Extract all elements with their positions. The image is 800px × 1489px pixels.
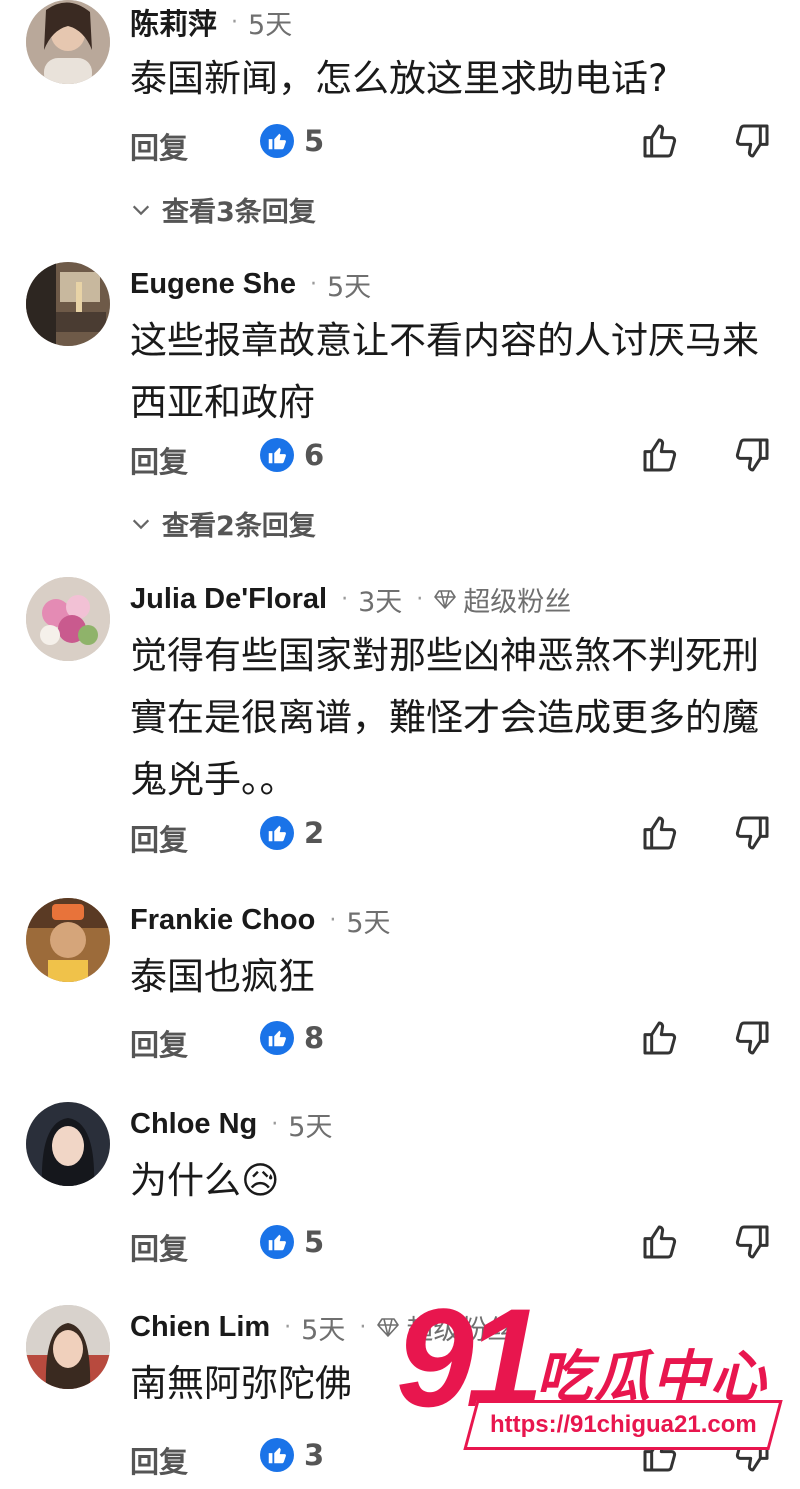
like-count: 6 <box>260 438 324 472</box>
comment-time: 5天 <box>327 271 372 303</box>
like-count: 5 <box>260 124 324 158</box>
like-count: 5 <box>260 1225 324 1259</box>
thumbs-down-icon[interactable] <box>732 1222 772 1262</box>
comment-text: 觉得有些国家對那些凶神恶煞不判死刑實在是很离谱，難怪才会造成更多的魔鬼兇手。。 <box>130 634 759 801</box>
like-badge-icon <box>260 438 294 472</box>
comment-header: Chloe Ng · 5天 <box>130 1104 332 1144</box>
comment-actions: 回复 8 <box>0 1012 800 1072</box>
comment-actions: 回复 5 <box>0 1216 800 1276</box>
comment-header: Eugene She · 5天 <box>130 264 371 304</box>
thumbs-down-icon[interactable] <box>732 121 772 161</box>
like-badge-icon <box>260 816 294 850</box>
avatar[interactable] <box>26 1102 110 1186</box>
comment-actions: 回复 2 <box>0 807 800 867</box>
comment-text: 泰国也疯狂 <box>130 955 315 998</box>
comment-time: 5天 <box>288 1111 333 1143</box>
comment-header: 陈莉萍 · 5天 <box>130 2 292 42</box>
comment-header: Frankie Choo · 5天 <box>130 900 391 940</box>
separator-dot: · <box>329 907 337 933</box>
commenter-name[interactable]: Eugene She <box>130 268 296 301</box>
separator-dot: · <box>284 1314 292 1340</box>
reply-button[interactable]: 回复 <box>130 817 188 859</box>
comment-header: Julia De'Floral · 3天 · 超级粉丝 <box>130 579 571 619</box>
comment-text: 泰国新闻，怎么放这里求助电话? <box>130 57 668 100</box>
reply-button[interactable]: 回复 <box>130 439 188 481</box>
reply-button[interactable]: 回复 <box>130 125 188 167</box>
diamond-icon <box>434 590 457 609</box>
thumbs-up-icon[interactable] <box>640 1222 680 1262</box>
commenter-name[interactable]: Chien Lim <box>130 1311 270 1344</box>
top-fan-badge: 超级粉丝 <box>433 580 571 619</box>
thumbs-down-icon[interactable] <box>732 435 772 475</box>
like-count: 2 <box>260 816 324 850</box>
like-count: 8 <box>260 1021 324 1055</box>
avatar[interactable] <box>26 1305 110 1389</box>
thumbs-up-icon[interactable] <box>640 813 680 853</box>
reply-button[interactable]: 回复 <box>130 1439 188 1481</box>
commenter-name[interactable]: 陈莉萍 <box>130 1 217 43</box>
comment-actions: 回复 5 <box>0 115 800 175</box>
comment-time: 5天 <box>248 9 293 41</box>
separator-dot: · <box>271 1111 279 1137</box>
like-badge-icon <box>260 1021 294 1055</box>
chevron-down-icon <box>132 205 150 215</box>
chevron-down-icon <box>132 519 150 529</box>
separator-dot: · <box>310 271 317 297</box>
watermark-url: https://91chigua21.com <box>463 1400 783 1450</box>
avatar[interactable] <box>26 0 110 84</box>
avatar[interactable] <box>26 577 110 661</box>
separator-dot: · <box>359 1314 367 1340</box>
separator-dot: · <box>231 9 239 35</box>
thumbs-up-icon[interactable] <box>640 435 680 475</box>
separator-dot: · <box>416 586 424 612</box>
reply-button[interactable]: 回复 <box>130 1022 188 1064</box>
commenter-name[interactable]: Frankie Choo <box>130 904 315 937</box>
like-badge-icon <box>260 124 294 158</box>
view-replies-button[interactable]: 查看3条回复 <box>130 190 316 229</box>
comment-time: 5天 <box>301 1314 346 1346</box>
comment-time: 5天 <box>346 907 391 939</box>
commenter-name[interactable]: Julia De'Floral <box>130 583 327 616</box>
avatar[interactable] <box>26 898 110 982</box>
comment-time: 3天 <box>358 586 403 618</box>
view-replies-button[interactable]: 查看2条回复 <box>130 504 316 543</box>
avatar[interactable] <box>26 262 110 346</box>
thumbs-down-icon[interactable] <box>732 813 772 853</box>
comment-actions: 回复 6 <box>0 429 800 489</box>
thumbs-down-icon[interactable] <box>732 1018 772 1058</box>
commenter-name[interactable]: Chloe Ng <box>130 1108 257 1141</box>
thumbs-up-icon[interactable] <box>640 1018 680 1058</box>
reply-button[interactable]: 回复 <box>130 1226 188 1268</box>
separator-dot: · <box>341 586 349 612</box>
thumbs-up-icon[interactable] <box>640 121 680 161</box>
comment-text: 这些报章故意让不看内容的人讨厌马来西亚和政府 <box>130 319 759 424</box>
comment-text: 为什么😥 <box>130 1159 280 1202</box>
like-badge-icon <box>260 1225 294 1259</box>
